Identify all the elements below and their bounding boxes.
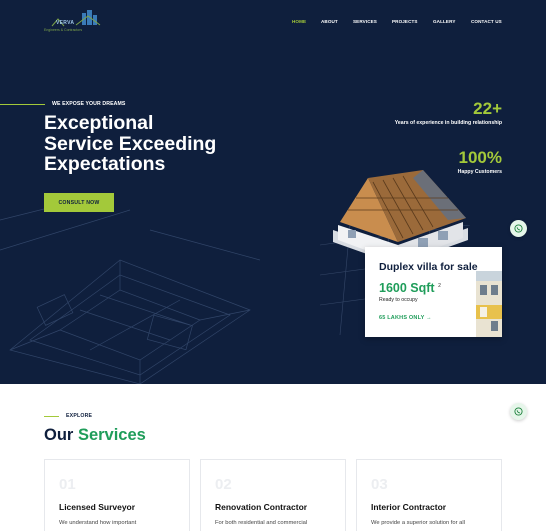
service-number: 01 — [59, 476, 76, 493]
whatsapp-icon[interactable] — [510, 403, 527, 420]
service-title: Licensed Surveyor — [59, 502, 136, 512]
explore-divider — [44, 416, 59, 417]
stat-value: 22+ — [473, 99, 502, 118]
service-title: Renovation Contractor — [215, 502, 308, 512]
property-listing-card[interactable]: Duplex villa for sale 1600 Sqft 2 Ready … — [365, 247, 502, 337]
listing-area-unit-sup: 2 — [438, 282, 441, 289]
blueprint-decoration — [0, 200, 260, 384]
services-title-prefix: Our — [44, 426, 74, 444]
services-eyebrow: EXPLORE — [66, 413, 93, 419]
listing-price-link[interactable]: 65 LAKHS ONLY → — [379, 315, 432, 321]
listing-photo — [476, 271, 502, 337]
hero-headline-line: Exceptional — [44, 112, 154, 134]
service-card[interactable]: 03 Interior Contractor We provide a supe… — [356, 459, 502, 531]
hero-headline: Exceptional Service Exceeding Expectatio… — [44, 113, 264, 175]
service-description: We understand how important — [59, 520, 137, 526]
nav-item-gallery[interactable]: GALLERY — [433, 19, 455, 24]
stat-label: Years of experience in building relation… — [394, 120, 502, 126]
hero-headline-line: Service Exceeding — [44, 132, 217, 155]
arrow-right-icon: → — [426, 315, 432, 321]
service-card[interactable]: 02 Renovation Contractor For both reside… — [200, 459, 346, 531]
service-description: We provide a superior solution for all — [371, 520, 465, 526]
nav-item-about[interactable]: ABOUT — [321, 19, 338, 24]
hero-headline-line: Expectations — [44, 153, 166, 175]
listing-area: 1600 Sqft 2 — [379, 281, 441, 295]
nav-item-contact[interactable]: CONTACT US — [471, 19, 502, 24]
logo-name: VERVA — [56, 20, 75, 26]
listing-price: 65 LAKHS ONLY — [379, 315, 425, 321]
service-number: 02 — [215, 476, 232, 493]
nav-item-services[interactable]: SERVICES — [353, 19, 377, 24]
service-title: Interior Contractor — [371, 502, 447, 512]
tagline-divider — [0, 104, 45, 105]
services-title: Our Services — [44, 426, 146, 445]
listing-area-value: 1600 Sqft — [379, 281, 435, 295]
services-title-accent: Services — [77, 426, 146, 444]
logo-subtitle: Engineers & Contractors — [44, 28, 83, 32]
whatsapp-icon[interactable] — [510, 220, 527, 237]
hero-section: VERVA Engineers & Contractors HOME ABOUT… — [0, 0, 546, 384]
nav-item-projects[interactable]: PROJECTS — [392, 19, 418, 24]
stat-value: 100% — [458, 148, 502, 167]
service-number: 03 — [371, 476, 388, 493]
service-card[interactable]: 01 Licensed Surveyor We understand how i… — [44, 459, 190, 531]
listing-status: Ready to occupy — [379, 297, 418, 303]
consult-now-button[interactable]: CONSULT NOW — [44, 193, 114, 212]
stat-experience: 22+ Years of experience in building rela… — [395, 99, 502, 126]
hero-tagline: WE EXPOSE YOUR DREAMS — [52, 101, 126, 107]
nav-item-home[interactable]: HOME — [292, 19, 306, 24]
listing-title: Duplex villa for sale — [379, 261, 478, 273]
service-description: For both residential and commercial — [215, 520, 308, 526]
